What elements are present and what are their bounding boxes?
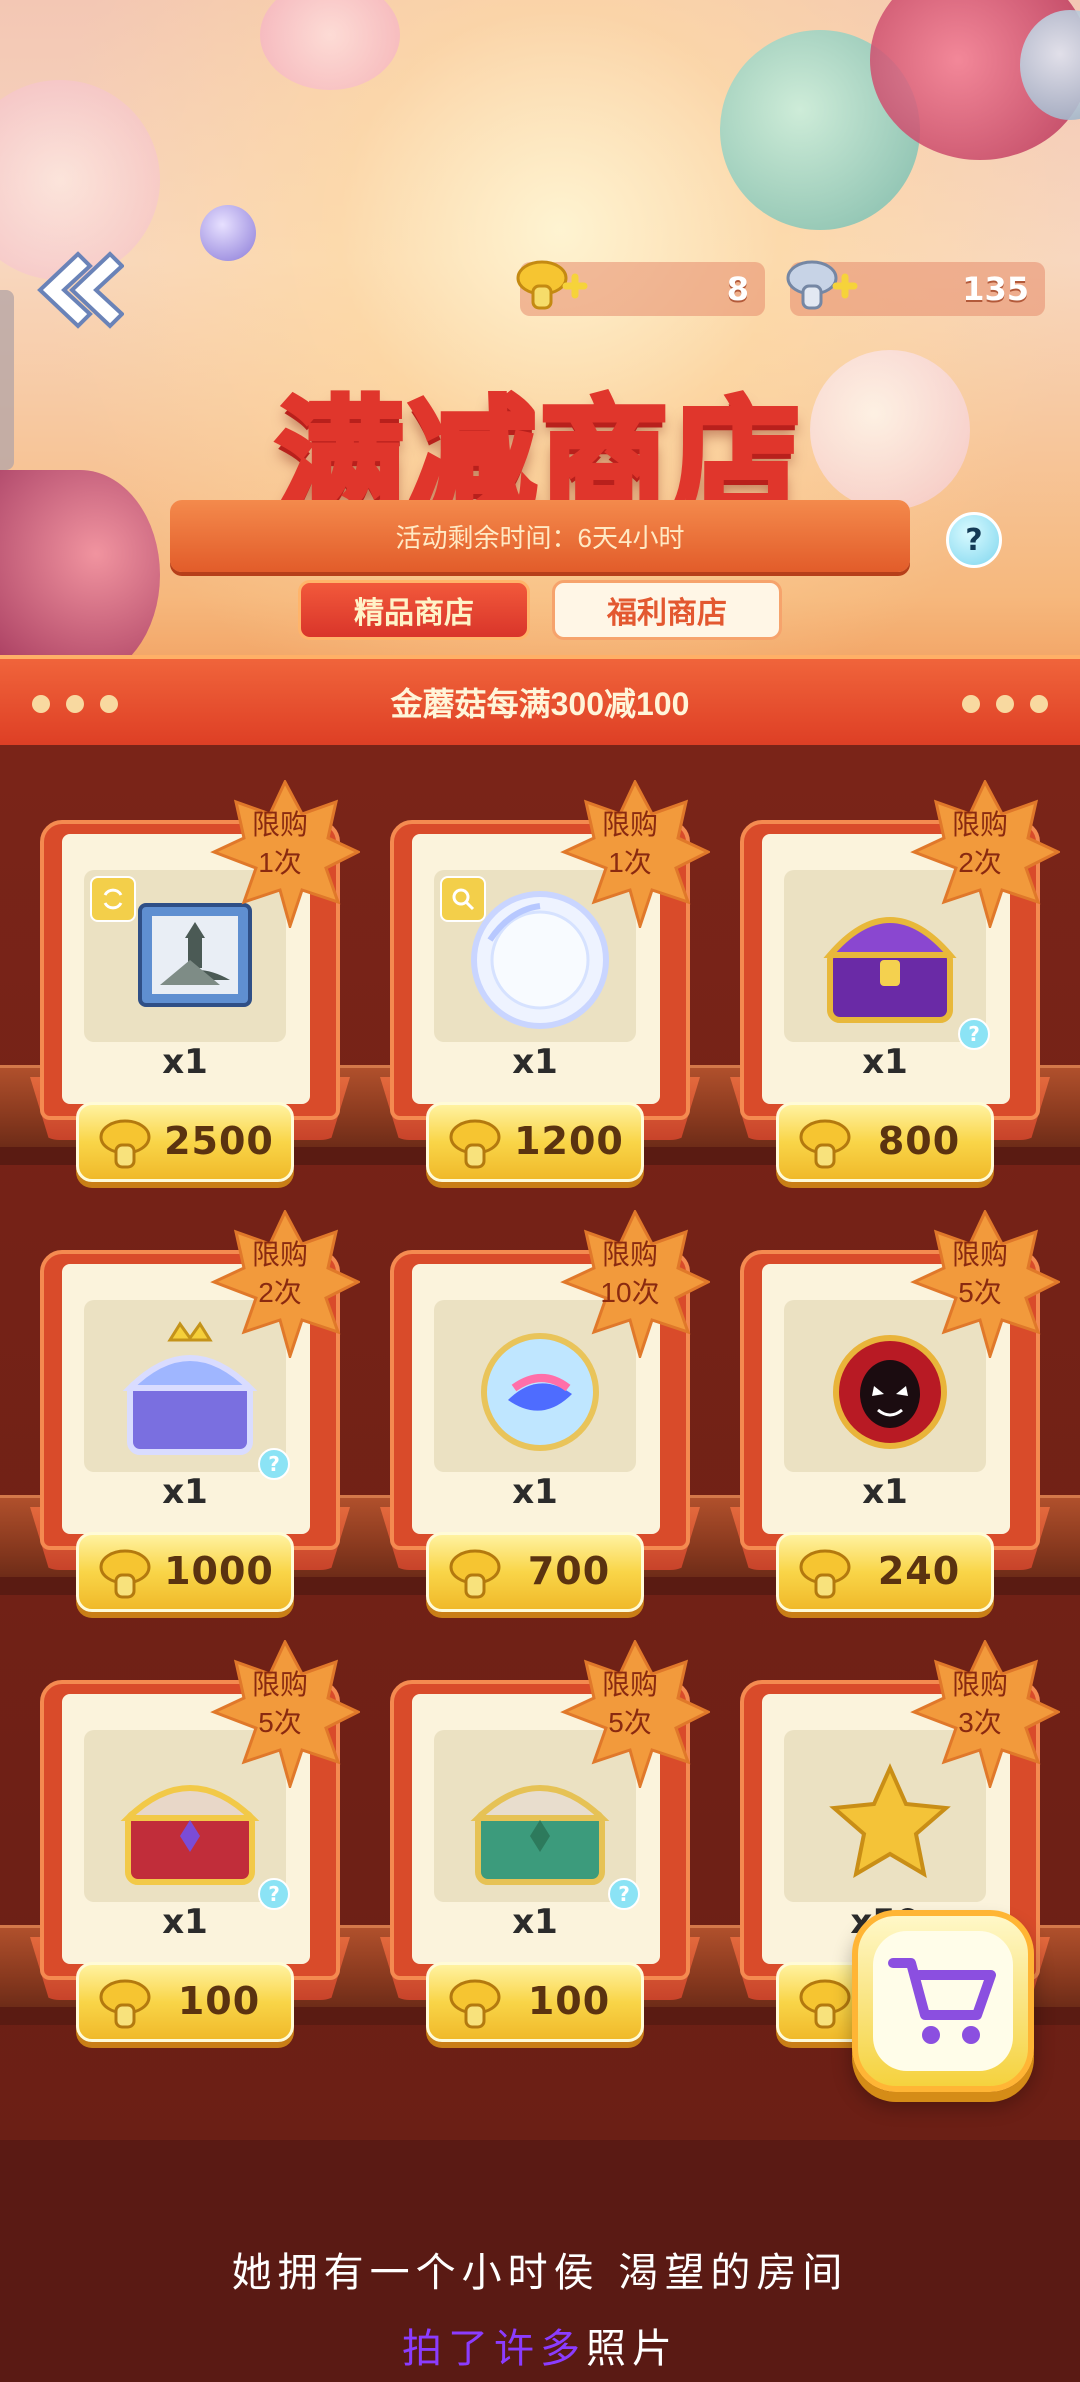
- swap-icon: [90, 876, 136, 922]
- tab-premium-shop[interactable]: 精品商店: [298, 580, 530, 640]
- shop-header: 8 135 满减商店 活动剩余时间：6天4小时 ? 精品商店 福利商店 金蘑菇每…: [0, 0, 1080, 745]
- promo-text: 金蘑菇每满300减100: [390, 686, 690, 722]
- price-button[interactable]: 100: [76, 1962, 294, 2042]
- double-chevron-left-icon: [37, 251, 125, 329]
- purchase-limit: 限购 5次: [251, 1669, 308, 1738]
- gold-mushroom-count: 8: [726, 270, 749, 308]
- bubble-decoration: [260, 0, 400, 90]
- shop-item-card[interactable]: ? x1 限购 2次 800: [730, 780, 1060, 1195]
- gold-mushroom-icon: [799, 1979, 851, 2029]
- price-button[interactable]: 800: [776, 1102, 994, 1182]
- price-button[interactable]: 700: [426, 1532, 644, 1612]
- purchase-limit: 限购 5次: [951, 1239, 1008, 1308]
- shop-item-card[interactable]: ? x1 限购 5次 100: [380, 1640, 710, 2055]
- back-button[interactable]: [32, 248, 125, 332]
- item-quantity: x1: [862, 1472, 908, 1512]
- purchase-limit: 限购 1次: [251, 809, 308, 878]
- silver-mushroom-count: 135: [962, 270, 1029, 308]
- magnifier-icon: [440, 876, 486, 922]
- purchase-limit: 限购 2次: [951, 809, 1008, 878]
- silver-mushroom-add-icon: [786, 260, 858, 310]
- price-button[interactable]: 2500: [76, 1102, 294, 1182]
- item-price: 100: [177, 1979, 261, 2023]
- item-price: 100: [527, 1979, 611, 2023]
- shop-item-card[interactable]: ? x1 限购 2次 1000: [30, 1210, 360, 1625]
- gold-mushroom-icon: [99, 1979, 151, 2029]
- shop-item-card[interactable]: x1 限购 10次 700: [380, 1210, 710, 1625]
- item-quantity: x1: [512, 1042, 558, 1082]
- item-price: 1200: [514, 1119, 624, 1163]
- dots-decoration: [962, 695, 1048, 713]
- purchase-limit: 限购 3次: [951, 1669, 1008, 1738]
- question-icon: ?: [965, 522, 983, 558]
- gold-mushroom-icon: [449, 1549, 501, 1599]
- gold-mushroom-balance[interactable]: 8: [516, 260, 765, 316]
- subtitle-highlight: 拍了许多: [402, 2326, 586, 2372]
- item-price: 2500: [164, 1119, 274, 1163]
- item-quantity: x1: [162, 1042, 208, 1082]
- silver-mushroom-balance[interactable]: 135: [786, 260, 1045, 316]
- purchase-limit: 限购 10次: [600, 1239, 660, 1308]
- bubble-decoration: [200, 205, 256, 261]
- item-quantity: x1: [162, 1902, 208, 1942]
- price-button[interactable]: 240: [776, 1532, 994, 1612]
- shop-item-card[interactable]: x1 限购 1次 1200: [380, 780, 710, 1195]
- gold-mushroom-icon: [449, 1979, 501, 2029]
- subtitle-normal: 照片: [586, 2326, 678, 2372]
- item-quantity: x1: [162, 1472, 208, 1512]
- shop-item-card[interactable]: ? x1 限购 5次 100: [30, 1640, 360, 2055]
- dots-decoration: [32, 695, 118, 713]
- purchase-limit: 限购 1次: [601, 809, 658, 878]
- purchase-limit: 限购 5次: [601, 1669, 658, 1738]
- item-quantity: x1: [512, 1472, 558, 1512]
- shopping-cart-icon: [888, 1958, 996, 2044]
- price-button[interactable]: 1000: [76, 1532, 294, 1612]
- cart-button[interactable]: [852, 1910, 1034, 2092]
- subtitle-line-2: 拍了许多照片: [0, 2316, 1080, 2374]
- price-button[interactable]: 100: [426, 1962, 644, 2042]
- gold-mushroom-add-icon: [516, 260, 588, 310]
- shop-item-card[interactable]: x1 限购 5次 240: [730, 1210, 1060, 1625]
- gold-mushroom-icon: [449, 1119, 501, 1169]
- item-price: 700: [527, 1549, 611, 1593]
- promo-banner: 金蘑菇每满300减100: [0, 655, 1080, 745]
- item-quantity: x1: [512, 1902, 558, 1942]
- item-price: 800: [877, 1119, 961, 1163]
- countdown-ribbon: 活动剩余时间：6天4小时: [170, 500, 910, 572]
- subtitle-line-1: 她拥有一个小时侯 渴望的房间: [231, 2250, 849, 2296]
- shop-item-card[interactable]: x1 限购 1次 2500: [30, 780, 360, 1195]
- gold-mushroom-icon: [799, 1119, 851, 1169]
- item-price: 1000: [164, 1549, 274, 1593]
- remaining-time: 活动剩余时间：6天4小时: [395, 522, 685, 553]
- gold-mushroom-icon: [99, 1549, 151, 1599]
- gold-mushroom-icon: [799, 1549, 851, 1599]
- tab-welfare-shop[interactable]: 福利商店: [552, 580, 782, 640]
- help-button[interactable]: ?: [946, 512, 1002, 568]
- gold-mushroom-icon: [99, 1119, 151, 1169]
- item-quantity: x1: [862, 1042, 908, 1082]
- item-price: 240: [877, 1549, 961, 1593]
- price-button[interactable]: 1200: [426, 1102, 644, 1182]
- purchase-limit: 限购 2次: [251, 1239, 308, 1308]
